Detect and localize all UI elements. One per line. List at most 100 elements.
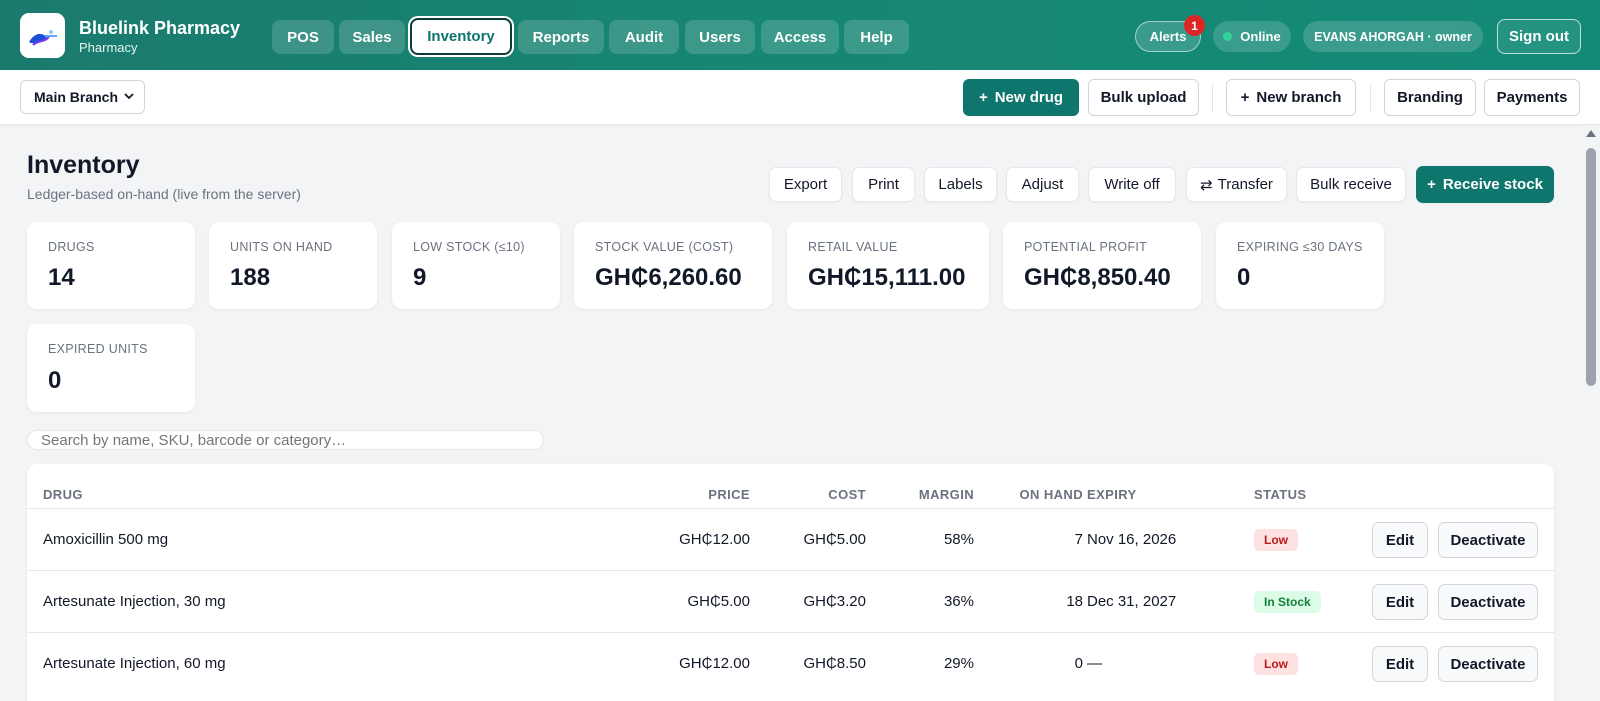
page-scrollbar[interactable] [1582,125,1600,701]
stat-label: STOCK VALUE (COST) [595,240,734,254]
print-button[interactable]: Print [852,167,915,202]
stat-card-retail-value: RETAIL VALUE GH₵15,111.00 [787,222,989,309]
column-header-margin: MARGIN [918,487,974,502]
stat-card-expired-units: EXPIRED UNITS 0 [27,324,195,412]
write-off-button[interactable]: Write off [1088,167,1176,202]
bulk-upload-button[interactable]: Bulk upload [1088,79,1199,116]
branch-select[interactable]: Main Branch [20,80,145,114]
nav-users[interactable]: Users [685,20,755,54]
top-bar: Bluelink Pharmacy Pharmacy POS Sales Inv… [0,0,1600,70]
new-drug-label: New drug [994,89,1064,106]
column-header-status: STATUS [1254,487,1307,502]
stat-label: RETAIL VALUE [808,240,898,254]
toolbar-divider [1212,84,1213,112]
new-branch-button[interactable]: + New branch [1226,79,1356,116]
labels-button[interactable]: Labels [924,167,997,202]
user-badge[interactable]: EVANS AHORGAH · owner [1303,21,1483,52]
status-badge: Low [1254,653,1298,675]
stat-value: 0 [1237,264,1251,291]
page-subtitle: Ledger-based on-hand (live from the serv… [27,186,301,202]
toolbar-divider [1370,84,1371,112]
scroll-up-arrow-icon[interactable] [1586,130,1596,137]
stat-value: 9 [413,264,427,291]
nav-reports[interactable]: Reports [518,20,604,54]
stat-value: GH₵8,850.40 [1024,264,1171,291]
export-button[interactable]: Export [769,167,842,202]
nav-sales[interactable]: Sales [339,20,405,54]
cell-cost: GH₵8.50 [803,655,866,672]
plus-icon: + [978,89,988,106]
online-dot-icon [1223,32,1233,41]
transfer-button[interactable]: ⇄ Transfer [1186,167,1287,202]
cell-price: GH₵5.00 [687,593,750,610]
cell-drug: Amoxicillin 500 mg [43,531,169,548]
stat-label: UNITS ON HAND [230,240,333,254]
branch-select-value: Main Branch [34,89,119,105]
transfer-label: Transfer [1217,176,1273,193]
inventory-table: DRUG PRICE COST MARGIN ON HAND EXPIRY ST… [27,464,1554,701]
cell-on-hand: 7 [1074,531,1083,548]
online-status-label: Online [1240,29,1281,44]
bulk-receive-button[interactable]: Bulk receive [1296,167,1406,202]
receive-stock-label: Receive stock [1442,176,1543,193]
adjust-button[interactable]: Adjust [1006,167,1079,202]
receive-stock-button[interactable]: + Receive stock [1416,166,1554,203]
search-input[interactable] [27,430,544,450]
payments-button[interactable]: Payments [1484,79,1580,116]
alerts-count-badge: 1 [1184,15,1205,36]
transfer-icon: ⇄ [1200,176,1213,194]
brand-name: Bluelink Pharmacy [79,18,241,38]
stat-label: EXPIRED UNITS [48,342,148,356]
status-badge: Low [1254,529,1298,551]
cell-expiry: — [1087,655,1102,672]
column-header-price: PRICE [708,487,750,502]
status-badge: In Stock [1254,591,1321,613]
stat-value: 188 [230,264,271,291]
cell-margin: 58% [943,531,974,548]
stat-card-units-on-hand: UNITS ON HAND 188 [209,222,377,309]
sign-out-button[interactable]: Sign out [1497,19,1581,54]
edit-button[interactable]: Edit [1372,646,1428,682]
cell-margin: 29% [943,655,974,672]
nav-help[interactable]: Help [844,20,909,54]
nav-audit[interactable]: Audit [609,20,679,54]
new-drug-button[interactable]: + New drug [963,79,1079,116]
stat-value: 14 [48,264,75,291]
plus-icon: + [1427,176,1436,193]
deactivate-button[interactable]: Deactivate [1438,646,1538,682]
stat-label: DRUGS [48,240,95,254]
stat-card-expiring: EXPIRING ≤30 DAYS 0 [1216,222,1384,309]
stat-card-stock-value: STOCK VALUE (COST) GH₵6,260.60 [574,222,772,309]
chevron-down-icon [122,89,136,106]
cell-cost: GH₵3.20 [803,593,866,610]
deactivate-button[interactable]: Deactivate [1438,584,1538,620]
scroll-thumb[interactable] [1586,148,1596,386]
stat-card-drugs: DRUGS 14 [27,222,195,309]
plus-icon: + [1240,89,1250,106]
cell-price: GH₵12.00 [679,531,750,548]
table-row: Artesunate Injection, 30 mg GH₵5.00 GH₵3… [27,570,1554,632]
cell-expiry: Nov 16, 2026 [1087,531,1177,548]
stat-label: EXPIRING ≤30 DAYS [1237,240,1363,254]
cell-cost: GH₵5.00 [803,531,866,548]
nav-pos[interactable]: POS [272,20,334,54]
column-header-cost: COST [828,487,866,502]
cell-margin: 36% [943,593,974,610]
stat-value: 0 [48,367,62,394]
column-header-on-hand: ON HAND [1019,487,1083,502]
cell-drug: Artesunate Injection, 60 mg [43,655,226,672]
nav-access[interactable]: Access [761,20,839,54]
cell-drug: Artesunate Injection, 30 mg [43,593,226,610]
deactivate-button[interactable]: Deactivate [1438,522,1538,558]
edit-button[interactable]: Edit [1372,522,1428,558]
edit-button[interactable]: Edit [1372,584,1428,620]
nav-inventory[interactable]: Inventory [410,18,512,55]
cell-price: GH₵12.00 [679,655,750,672]
column-header-drug: DRUG [43,487,83,502]
new-branch-label: New branch [1256,89,1342,106]
cell-on-hand: 18 [1066,593,1083,610]
logo-icon [20,13,65,58]
stat-label: LOW STOCK (≤10) [413,240,525,254]
table-row: Artesunate Injection, 60 mg GH₵12.00 GH₵… [27,632,1554,694]
branding-button[interactable]: Branding [1384,79,1476,116]
